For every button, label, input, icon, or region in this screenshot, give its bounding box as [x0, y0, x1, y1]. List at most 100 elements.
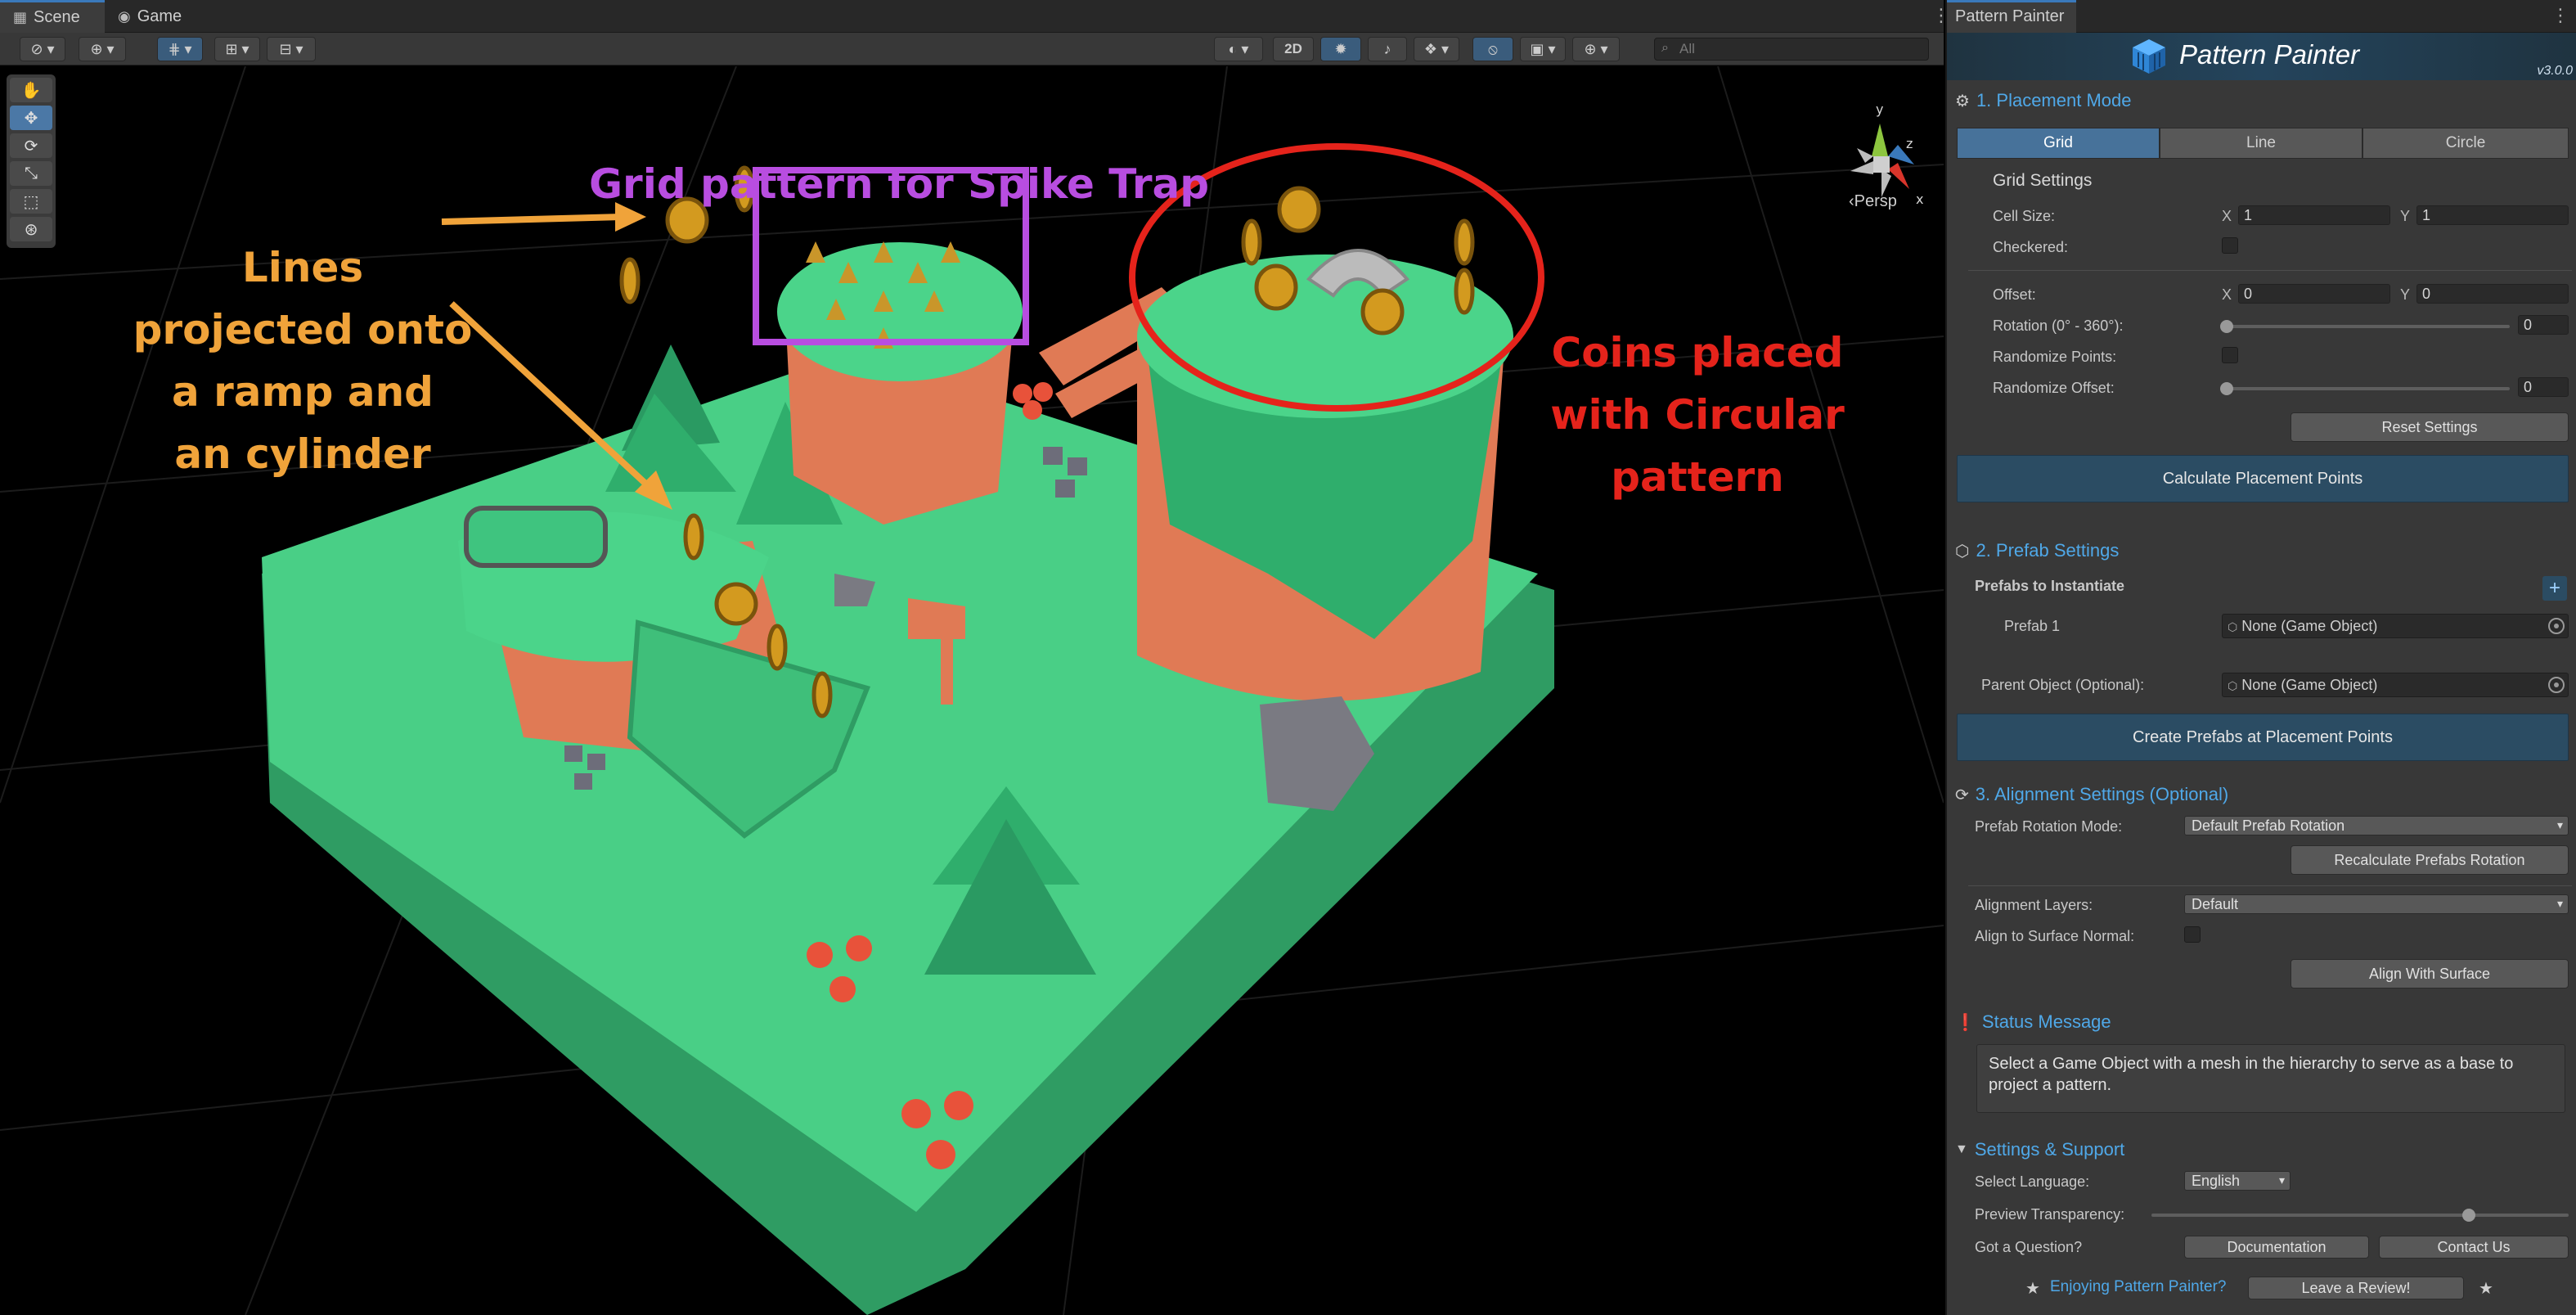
cell-size-x-field[interactable]: 1	[2238, 205, 2390, 225]
parent-object-field[interactable]: ⬡ None (Game Object)	[2222, 673, 2569, 697]
cell-size-y-field[interactable]: 1	[2416, 205, 2569, 225]
tab-pattern-painter[interactable]: Pattern Painter	[1947, 0, 2076, 33]
calculate-placement-button[interactable]: Calculate Placement Points	[1957, 455, 2569, 502]
rotate-icon: ⟳	[1955, 786, 1969, 804]
cube-icon: ⬡	[1955, 542, 1970, 561]
scene-search-input[interactable]: ⌕ All	[1654, 38, 1929, 61]
move-tool-icon[interactable]: ✥	[10, 106, 52, 130]
align-with-surface-button[interactable]: Align With Surface	[2291, 959, 2569, 989]
lines-annotation-line: Lines	[241, 244, 364, 291]
draw-mode-dropdown[interactable]: ⊘ ▾	[20, 37, 65, 61]
tab-game-label: Game	[137, 7, 182, 25]
prefab-header[interactable]: ⬡ 2. Prefab Settings	[1955, 540, 2119, 561]
checkered-checkbox[interactable]	[2222, 237, 2238, 254]
add-prefab-button[interactable]: +	[2542, 576, 2567, 601]
randomize-offset-slider[interactable]	[2225, 387, 2510, 390]
gamepad-icon: ◉	[118, 7, 131, 25]
prefabs-to-instantiate-label: Prefabs to Instantiate	[1975, 578, 2125, 594]
support-header[interactable]: ▼ Settings & Support	[1955, 1139, 2124, 1160]
language-label: Select Language:	[1975, 1173, 2090, 1190]
tab-scene[interactable]: ▦ Scene	[0, 0, 105, 33]
documentation-button[interactable]: Documentation	[2184, 1236, 2369, 1259]
scene-tab-icon: ▦	[13, 9, 28, 25]
2d-toggle-label: 2D	[1284, 41, 1302, 56]
gizmo-y-label: y	[1876, 101, 1883, 117]
lighting-toggle[interactable]: ✹	[1320, 37, 1361, 61]
divider	[1968, 885, 2572, 886]
rotation-field[interactable]: 0	[2518, 315, 2569, 335]
rotation-slider-thumb[interactable]	[2220, 320, 2233, 333]
rotate-tool-icon[interactable]: ⟳	[10, 133, 52, 158]
placement-icon: ⚙	[1955, 92, 1970, 110]
caret-down-icon: ▼	[1955, 1142, 1968, 1156]
placement-header-label: 1. Placement Mode	[1976, 90, 2132, 110]
randomize-offset-slider-thumb[interactable]	[2220, 382, 2233, 395]
grid-snap-dropdown[interactable]: ⋕ ▾	[157, 37, 203, 61]
hidden-objects-toggle[interactable]: ⦸	[1472, 37, 1513, 61]
scene-toolbar: ⊘ ▾ ⊕ ▾ ⋕ ▾ ⊞ ▾ ⊟ ▾ ◐ ▾ 2D ✹ ♪ ❖ ▾ ⦸ ▣ ▾…	[0, 33, 1944, 65]
hand-tool-icon[interactable]: ✋	[10, 78, 52, 102]
mode-circle-button[interactable]: Circle	[2362, 128, 2569, 159]
global-local-dropdown[interactable]: ⊕ ▾	[79, 37, 126, 61]
rect-tool-icon[interactable]: ⬚	[10, 189, 52, 214]
mode-line-button[interactable]: Line	[2160, 128, 2362, 159]
offset-x-label: X	[2222, 286, 2232, 303]
audio-toggle[interactable]: ♪	[1368, 37, 1407, 61]
perspective-toggle[interactable]: ‹Persp	[1849, 192, 1897, 211]
randomize-points-checkbox[interactable]	[2222, 347, 2238, 363]
lines-annotation-line: an cylinder	[174, 430, 431, 478]
bench-block	[464, 506, 608, 568]
search-icon: ⌕	[1661, 41, 1669, 55]
transparency-slider[interactable]	[2151, 1214, 2569, 1217]
panel-menu-icon[interactable]: ⋮	[2551, 5, 2569, 26]
scale-tool-icon[interactable]: ⤡	[10, 161, 52, 186]
increment-snap-dropdown[interactable]: ⊟ ▾	[267, 37, 316, 61]
scene-tabbar: ▦ Scene ◉ Game ⋮	[0, 0, 1950, 33]
object-picker-icon[interactable]	[2548, 618, 2565, 634]
offset-y-field[interactable]: 0	[2416, 284, 2569, 304]
rotation-mode-dropdown[interactable]: Default Prefab Rotation ▾	[2184, 816, 2569, 835]
effects-dropdown[interactable]: ❖ ▾	[1414, 37, 1459, 61]
rotation-slider[interactable]	[2225, 325, 2510, 328]
transparency-slider-thumb[interactable]	[2461, 1209, 2475, 1222]
randomize-offset-field[interactable]: 0	[2518, 377, 2569, 397]
parent-object-value: None (Game Object)	[2241, 677, 2378, 693]
support-header-label: Settings & Support	[1974, 1139, 2125, 1160]
language-dropdown[interactable]: English ▾	[2184, 1171, 2291, 1191]
grid-visibility-dropdown[interactable]: ⊞ ▾	[214, 37, 260, 61]
contact-us-button[interactable]: Contact Us	[2379, 1236, 2569, 1259]
star-icon: ★	[2479, 1280, 2493, 1298]
enjoying-link[interactable]: Enjoying Pattern Painter?	[2050, 1278, 2226, 1296]
transform-tool-icon[interactable]: ⊛	[10, 217, 52, 241]
scene-viewport[interactable]: y z x ✋ ✥ ⟳ ⤡ ⬚ ⊛ ‹Persp Grid pattern fo…	[0, 66, 1944, 1315]
cell-size-y-label: Y	[2400, 208, 2411, 224]
orientation-gizmo[interactable]: y z x	[1850, 101, 1923, 207]
reset-settings-button[interactable]: Reset Settings	[2291, 412, 2569, 442]
search-placeholder: All	[1679, 41, 1695, 56]
leave-review-button[interactable]: Leave a Review!	[2248, 1277, 2464, 1299]
recalculate-rotation-button[interactable]: Recalculate Prefabs Rotation	[2291, 845, 2569, 875]
tab-game[interactable]: ◉ Game	[105, 0, 211, 33]
randomize-offset-label: Randomize Offset:	[1993, 380, 2115, 396]
offset-x-field[interactable]: 0	[2238, 284, 2390, 304]
alignment-header[interactable]: ⟳ 3. Alignment Settings (Optional)	[1955, 784, 2228, 805]
camera-dropdown[interactable]: ▣ ▾	[1520, 37, 1566, 61]
mode-grid-button[interactable]: Grid	[1957, 128, 2160, 159]
transparency-label: Preview Transparency:	[1975, 1206, 2125, 1223]
alert-icon: ❗	[1955, 1013, 1976, 1032]
gameobject-icon: ⬡	[2228, 620, 2238, 633]
language-value: English	[2192, 1173, 2241, 1189]
rotation-label: Rotation (0° - 360°):	[1993, 317, 2124, 334]
prefab1-value: None (Game Object)	[2241, 618, 2378, 634]
alignment-layers-dropdown[interactable]: Default ▾	[2184, 894, 2569, 914]
lines-annotation-text: Lines projected onto a ramp and an cylin…	[98, 236, 507, 485]
surface-normal-checkbox[interactable]	[2184, 926, 2201, 943]
shading-mode-dropdown[interactable]: ◐ ▾	[1214, 37, 1263, 61]
persp-label-text: Persp	[1854, 192, 1897, 210]
object-picker-icon[interactable]	[2548, 677, 2565, 693]
gizmos-dropdown[interactable]: ⊕ ▾	[1572, 37, 1620, 61]
2d-toggle[interactable]: 2D	[1273, 37, 1314, 61]
create-prefabs-button[interactable]: Create Prefabs at Placement Points	[1957, 714, 2569, 761]
prefab1-field[interactable]: ⬡ None (Game Object)	[2222, 614, 2569, 638]
placement-header[interactable]: ⚙ 1. Placement Mode	[1955, 90, 2131, 111]
